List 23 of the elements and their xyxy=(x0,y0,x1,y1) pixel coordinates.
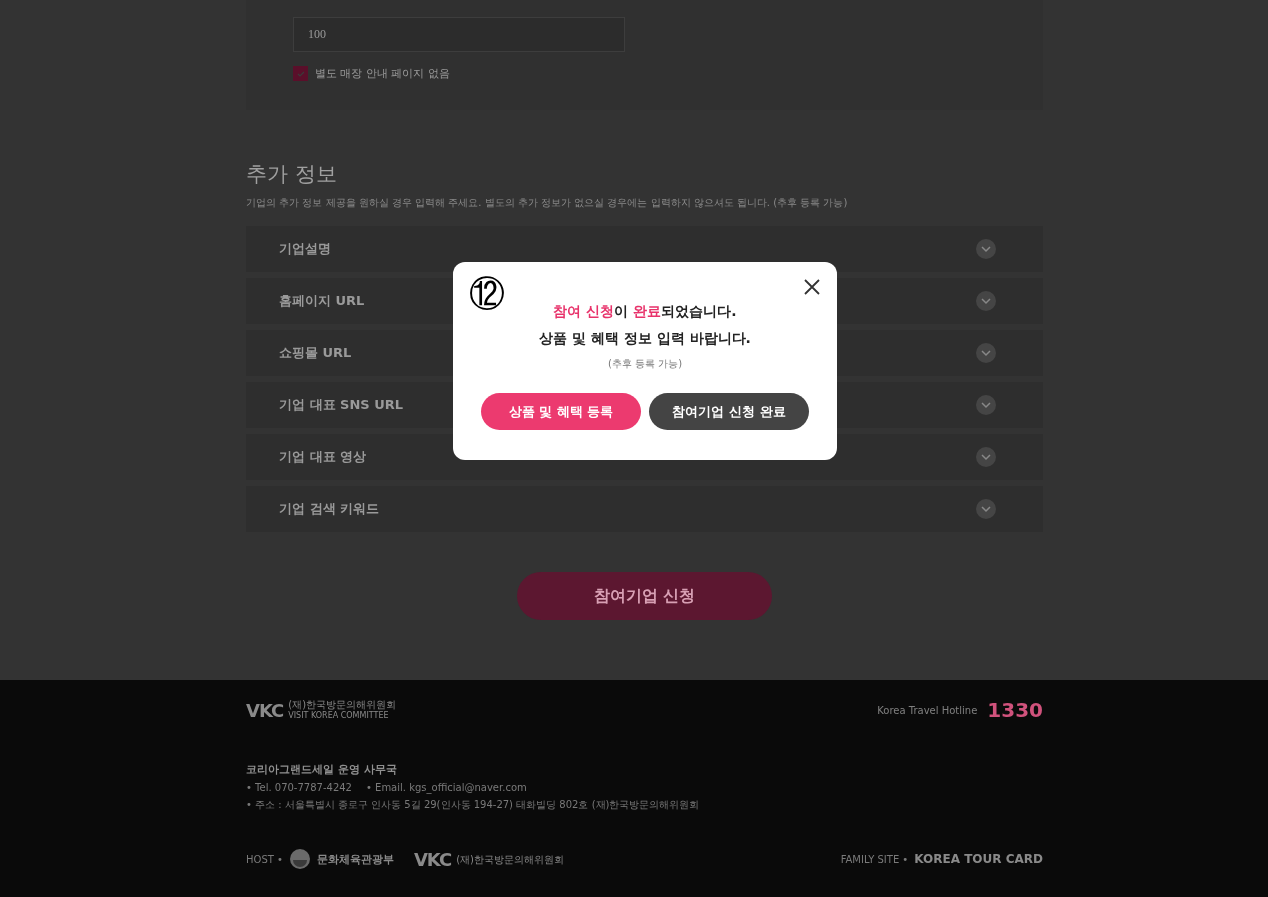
row-label: 홈페이지 URL xyxy=(279,292,365,310)
modal-note: (추후 등록 가능) xyxy=(607,357,683,371)
tel-text: • Tel. 070-7787-4242 xyxy=(246,782,352,793)
modal-message: 상품 및 혜택 정보 입력 바랍니다. xyxy=(539,329,751,348)
hotline-label: Korea Travel Hotline xyxy=(877,704,978,716)
section-title: 추가 정보 xyxy=(246,161,338,188)
step-marker: ⑫ xyxy=(469,274,505,314)
office-title: 코리아그랜드세일 운영 사무국 xyxy=(246,762,398,777)
hotline-number: 1330 xyxy=(987,698,1043,722)
email-text: • Email. kgs_official@naver.com xyxy=(366,782,527,793)
row-label: 기업 검색 키워드 xyxy=(279,500,380,518)
ministry-name: 문화체육관광부 xyxy=(316,851,394,867)
row-label: 쇼핑몰 URL xyxy=(279,344,352,362)
host-logo: VKC (재)한국방문의해위원회 xyxy=(413,848,565,870)
checkbox-label: 별도 매장 안내 페이지 없음 xyxy=(315,66,450,81)
row-label: 기업 대표 SNS URL xyxy=(279,396,404,414)
address-text: • 주소 : 서울특별시 종로구 인사동 5길 29(인사동 194-27) 태화빌딩 802호 (재)한국방문의해위원회 xyxy=(246,798,701,812)
host-label: HOST • xyxy=(246,853,283,865)
row-label: 기업설명 xyxy=(279,240,331,258)
modal-title: 참여 신청이 완료되었습니다. xyxy=(553,302,737,321)
family-site-label: FAMILY SITE • xyxy=(840,853,909,865)
section-description: 기업의 추가 정보 제공을 원하실 경우 입력해 주세요. 별도의 추가 정보가 없으실 경우에는 입력하지 않으셔도 됩니다. (추후 등록 가능) xyxy=(246,196,849,210)
row-label: 기업 대표 영상 xyxy=(279,448,367,466)
